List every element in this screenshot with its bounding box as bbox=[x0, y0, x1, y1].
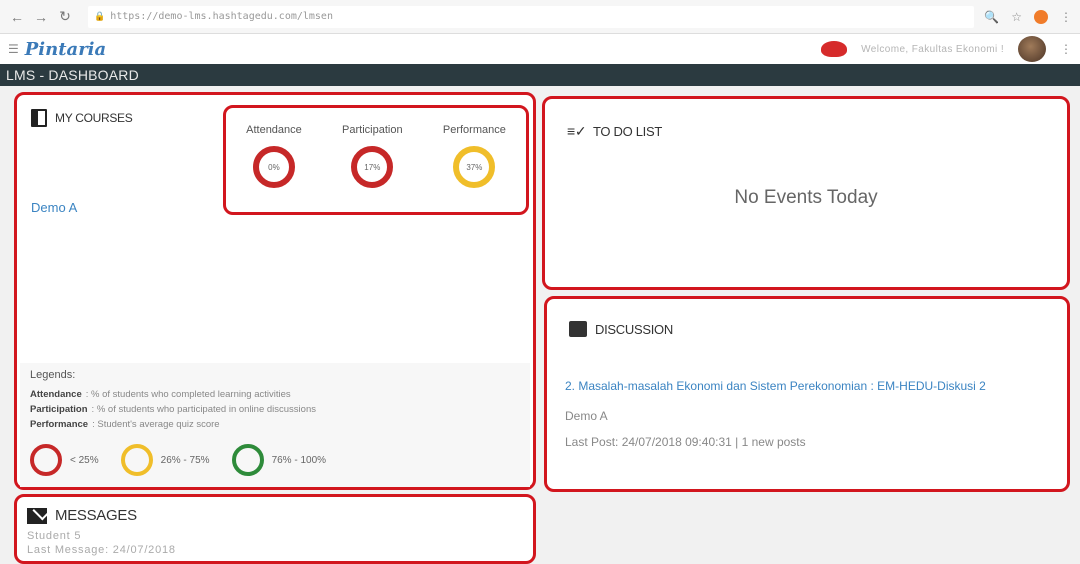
course-metrics: Attendance 0% Participation 17% Performa… bbox=[223, 105, 529, 215]
notification-icon[interactable] bbox=[821, 41, 848, 57]
metric-label: Attendance bbox=[246, 124, 302, 136]
legend-attendance: Attendance: % of students who completed … bbox=[30, 389, 520, 400]
browser-toolbar: ← → ↻ 🔒 https://demo-lms.hashtagedu.com/… bbox=[0, 0, 1080, 34]
legend-key: Participation bbox=[30, 404, 88, 415]
app-header: ☰ Pintaria Welcome, Fakultas Ekonomi ! ⋮ bbox=[0, 34, 1080, 64]
metric-performance: Performance 37% bbox=[443, 124, 506, 212]
performance-ring: 37% bbox=[453, 146, 496, 188]
todo-title: TO DO LIST bbox=[593, 124, 662, 139]
scale-ring-high bbox=[231, 444, 264, 476]
legend-text: : % of students who participated in onli… bbox=[91, 404, 316, 415]
legend-text: : Student's average quiz score bbox=[92, 419, 220, 430]
logo[interactable]: Pintaria bbox=[25, 39, 106, 60]
checklist-icon: ≡✓ bbox=[567, 123, 587, 139]
reload-icon[interactable]: ↻ bbox=[56, 8, 74, 26]
lock-icon: 🔒 bbox=[94, 11, 106, 22]
metric-label: Performance bbox=[442, 124, 506, 136]
welcome-text: Welcome, Fakultas Ekonomi ! bbox=[861, 43, 1004, 55]
book-icon bbox=[31, 109, 47, 127]
hamburger-menu-icon[interactable]: ☰ bbox=[8, 42, 19, 56]
url-text: https://demo-lms.hashtagedu.com/lmsen bbox=[110, 11, 333, 22]
avatar[interactable] bbox=[1018, 36, 1046, 62]
mail-icon bbox=[27, 507, 47, 524]
scale-ring-mid bbox=[120, 444, 153, 476]
user-menu-icon[interactable]: ⋮ bbox=[1060, 42, 1072, 56]
message-last-date: Last Message: 24/07/2018 bbox=[27, 544, 176, 556]
metric-attendance: Attendance 0% bbox=[246, 124, 302, 212]
forward-icon[interactable]: → bbox=[32, 8, 50, 26]
discussion-card: DISCUSSION 2. Masalah-masalah Ekonomi da… bbox=[544, 296, 1070, 492]
browser-menu-icon[interactable]: ⋮ bbox=[1060, 10, 1072, 24]
metric-participation: Participation 17% bbox=[342, 124, 403, 212]
scale-label-mid: 26% - 75% bbox=[160, 454, 210, 466]
discussion-title: DISCUSSION bbox=[595, 321, 673, 337]
discussion-last-post: Last Post: 24/07/2018 09:40:31 | 1 new p… bbox=[565, 435, 806, 449]
scale-ring-low bbox=[30, 444, 62, 476]
legend-key: Attendance bbox=[30, 389, 82, 400]
my-courses-title: MY COURSES bbox=[55, 111, 133, 125]
back-icon[interactable]: ← bbox=[8, 8, 26, 26]
course-link-demo-a[interactable]: Demo A bbox=[31, 200, 77, 215]
messages-card: MESSAGES Student 5 Last Message: 24/07/2… bbox=[14, 494, 536, 564]
discussion-course: Demo A bbox=[565, 409, 608, 423]
star-icon[interactable]: ☆ bbox=[1011, 10, 1022, 24]
legend-key: Performance bbox=[30, 419, 89, 430]
legend-performance: Performance: Student's average quiz scor… bbox=[30, 419, 520, 430]
legend-scale: < 25% 26% - 75% 76% - 100% bbox=[30, 444, 520, 476]
page-title: LMS - DASHBOARD bbox=[0, 64, 1080, 86]
extension-icon[interactable] bbox=[1034, 9, 1048, 24]
messages-title: MESSAGES bbox=[55, 507, 137, 524]
scale-label-low: < 25% bbox=[70, 454, 99, 466]
message-sender[interactable]: Student 5 bbox=[27, 530, 81, 542]
no-events-text: No Events Today bbox=[734, 187, 878, 208]
zoom-icon[interactable]: 🔍 bbox=[984, 10, 999, 24]
discussion-header: DISCUSSION bbox=[569, 321, 673, 337]
todo-header: ≡✓ TO DO LIST bbox=[567, 123, 662, 140]
todo-card: ≡✓ TO DO LIST No Events Today bbox=[542, 96, 1070, 290]
scale-label-high: 76% - 100% bbox=[271, 454, 327, 466]
discussion-link[interactable]: 2. Masalah-masalah Ekonomi dan Sistem Pe… bbox=[565, 379, 986, 393]
my-courses-header: MY COURSES bbox=[31, 109, 133, 127]
metric-label: Participation bbox=[342, 124, 403, 136]
chat-icon bbox=[569, 321, 587, 337]
legend-text: : % of students who completed learning a… bbox=[85, 389, 291, 400]
my-courses-card: MY COURSES Demo A Attendance 0% Particip… bbox=[14, 92, 536, 490]
legends-panel: Legends: Attendance: % of students who c… bbox=[20, 363, 530, 487]
participation-ring: 17% bbox=[351, 146, 394, 188]
address-bar[interactable]: 🔒 https://demo-lms.hashtagedu.com/lmsen bbox=[88, 5, 975, 28]
attendance-ring: 0% bbox=[252, 146, 295, 188]
messages-header: MESSAGES bbox=[27, 507, 137, 524]
legend-participation: Participation: % of students who partici… bbox=[30, 404, 520, 415]
legends-title: Legends: bbox=[30, 369, 76, 381]
